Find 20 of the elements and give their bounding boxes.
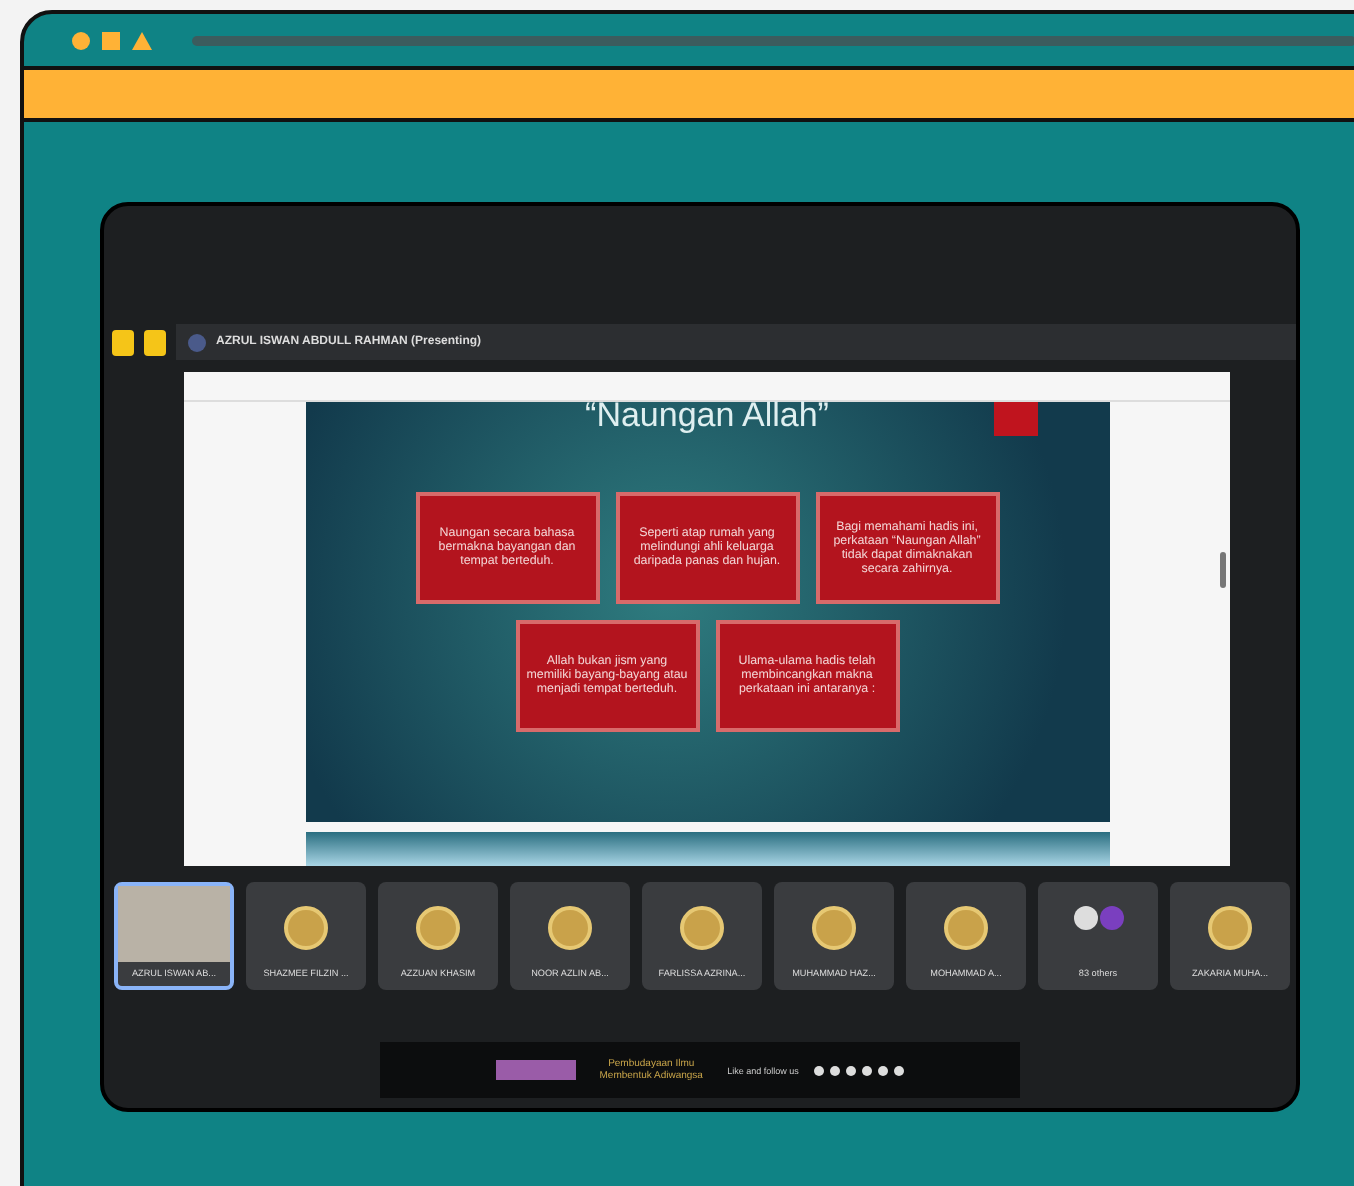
toolbar-button[interactable] [144, 329, 166, 355]
slide-decoration [993, 401, 1037, 436]
avatars-icon [1073, 906, 1123, 930]
avatar-icon [1208, 906, 1252, 950]
logo-icon [495, 1060, 576, 1080]
circle-icon [72, 31, 90, 49]
square-icon [102, 31, 120, 49]
toolbar-button[interactable] [112, 329, 134, 355]
avatar-icon [416, 906, 460, 950]
slide-title: “Naungan Allah” [585, 395, 829, 436]
avatar-icon [548, 906, 592, 950]
avatar-icon [680, 906, 724, 950]
avatar-icon [812, 906, 856, 950]
user-icon [188, 333, 206, 351]
avatar-icon [284, 906, 328, 950]
social-icons [814, 1065, 905, 1075]
triangle-icon [132, 31, 152, 49]
video-placeholder [118, 886, 230, 962]
avatar-icon [944, 906, 988, 950]
scrollbar[interactable] [1220, 551, 1226, 588]
